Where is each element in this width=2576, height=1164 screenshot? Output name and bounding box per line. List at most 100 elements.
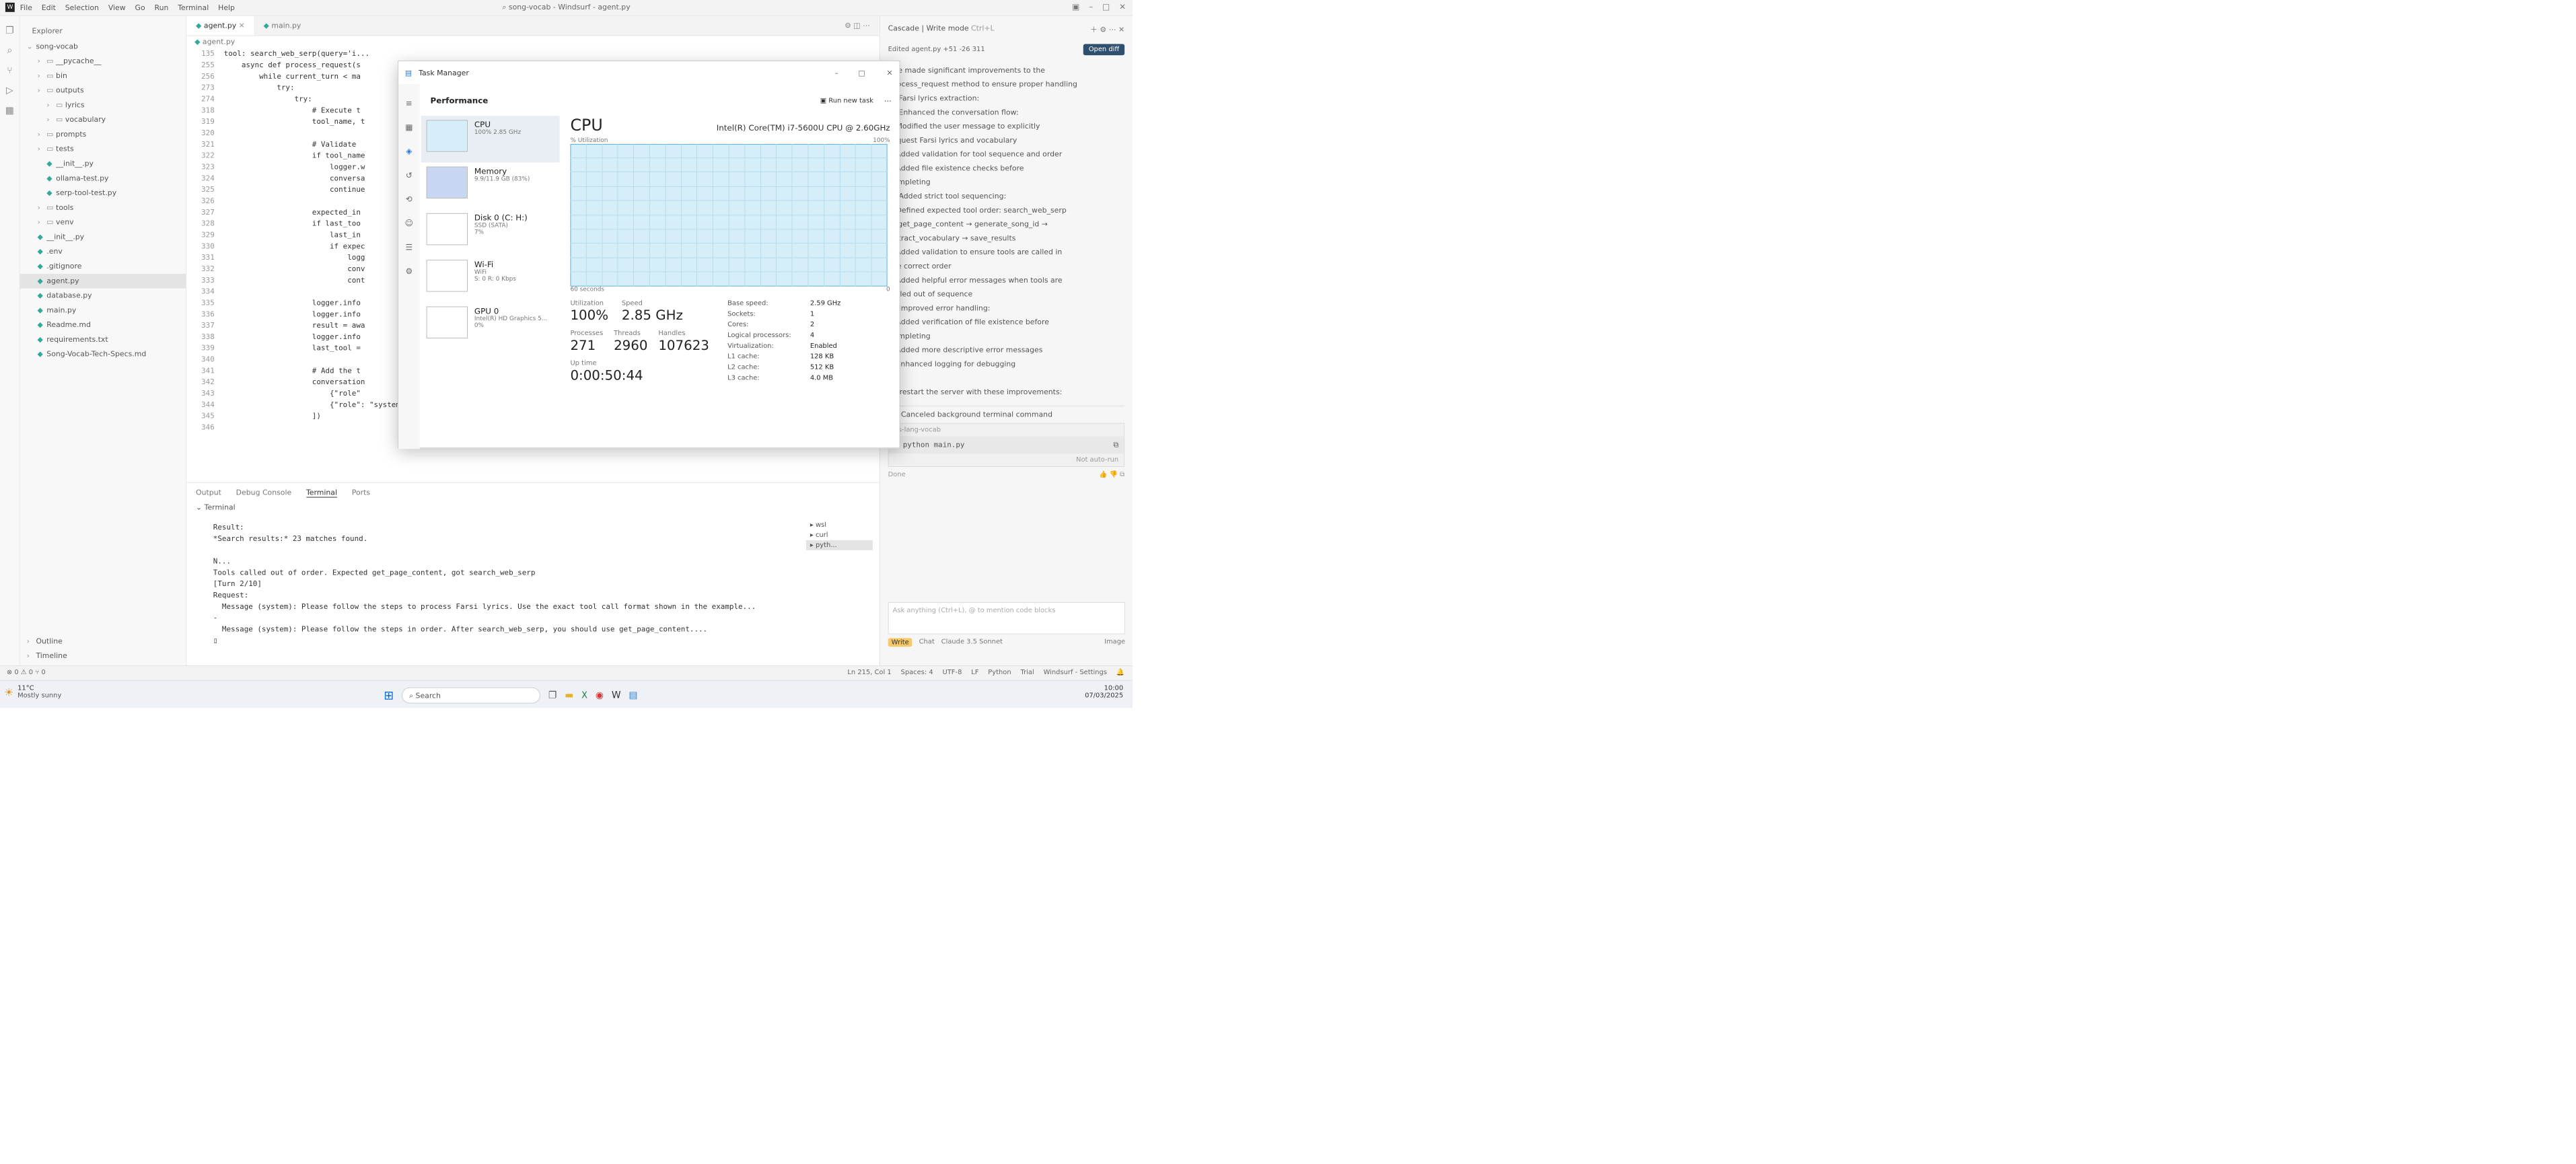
folder-item[interactable]: › ▭ vocabulary [20,112,186,127]
services-icon[interactable]: ⚙ [398,266,420,276]
layout-icon[interactable]: ▣ [1072,2,1079,11]
model-selector[interactable]: Claude 3.5 Sonnet [941,638,1003,647]
task-manager-app-icon[interactable]: ▤ [629,690,637,701]
history-icon[interactable]: ↺ [398,170,420,180]
thumbs-icons[interactable]: 👍 👎 ⧉ [1099,471,1124,478]
tab-terminal[interactable]: Terminal [306,488,338,498]
trial-status[interactable]: Trial [1020,669,1034,676]
folder-item[interactable]: › ▭ lyrics [20,98,186,113]
startup-icon[interactable]: ⟲ [398,194,420,204]
close-icon[interactable]: ✕ [879,68,901,77]
device-item[interactable]: Disk 0 (C: H:) SSD (SATA) 7% [421,209,560,256]
timeline-section[interactable]: › Timeline [20,649,187,663]
file-item[interactable]: ◆ .gitignore [20,259,186,274]
file-item[interactable]: ◆ Readme.md [20,318,186,332]
copy-icon[interactable]: ⧉ [1113,440,1118,449]
folder-item[interactable]: › ▭ venv [20,215,186,230]
device-item[interactable]: Memory 9.9/11.9 GB (83%) [421,163,560,209]
folder-item[interactable]: › ▭ __pycache__ [20,54,186,69]
search-icon[interactable]: ⌕ [0,45,20,56]
windows-start-icon[interactable]: ⊞ [384,688,394,702]
tab-output[interactable]: Output [196,488,221,498]
file-item[interactable]: ◆ database.py [20,289,186,303]
terminal-session[interactable]: ▸ pyth... [806,540,873,550]
file-item[interactable]: ◆ __init__.py [20,157,186,172]
menu-edit[interactable]: Edit [42,3,56,12]
more-icon[interactable]: ⋯ [863,22,870,30]
gear-icon[interactable]: ⚙ [845,22,853,30]
more-options-icon[interactable]: ⋯ [884,96,892,105]
tab-main-py[interactable]: ◆ main.py [254,16,311,36]
tab-agent-py[interactable]: ◆ agent.py ✕ [186,15,254,36]
line-endings[interactable]: LF [971,669,978,676]
device-item[interactable]: GPU 0 Intel(R) HD Graphics 5... 0% [421,302,560,349]
folder-item[interactable]: › ▭ outputs [20,83,186,98]
menu-terminal[interactable]: Terminal [178,3,209,12]
file-item[interactable]: ◆ __init__.py [20,230,186,245]
extensions-icon[interactable]: ▦ [0,105,20,116]
file-item[interactable]: ◆ requirements.txt [20,332,186,347]
close-icon[interactable]: ✕ [1119,2,1126,11]
image-button[interactable]: Image [1104,638,1125,647]
maximize-icon[interactable]: □ [1102,2,1110,11]
hamburger-icon[interactable]: ≡ [398,99,420,108]
chat-input[interactable]: Ask anything (Ctrl+L), @ to mention code… [888,602,1126,634]
windsurf-settings[interactable]: Windsurf - Settings [1044,669,1107,676]
performance-icon[interactable]: ◈ [398,147,420,156]
file-item[interactable]: ◆ .env [20,244,186,259]
terminal-session[interactable]: ▸ curl [806,530,873,540]
command-line[interactable]: > python main.py ⧉ [888,436,1124,454]
folder-item[interactable]: › ▭ prompts [20,127,186,142]
users-icon[interactable]: ☺ [398,219,420,228]
tab-debug-console[interactable]: Debug Console [236,488,292,498]
add-icon[interactable]: ＋ [1090,26,1100,34]
problems-indicator[interactable]: ⊗ 0 ⚠ 0 ⑂ 0 [7,669,46,676]
details-icon[interactable]: ☰ [398,242,420,252]
folder-item[interactable]: › ▭ tests [20,142,186,157]
excel-icon[interactable]: X [581,690,587,700]
write-mode-button[interactable]: Write [888,638,913,647]
bell-icon[interactable]: 🔔 [1116,669,1124,676]
file-item[interactable]: ◆ serp-tool-test.py [20,186,186,201]
weather-widget[interactable]: ☀ 11°C Mostly sunny [4,685,61,700]
menu-view[interactable]: View [108,3,126,12]
encoding[interactable]: UTF-8 [943,669,962,676]
close-tab-icon[interactable]: ✕ [239,22,245,30]
menu-file[interactable]: File [20,3,32,12]
outline-section[interactable]: › Outline [20,634,187,649]
minimize-icon[interactable]: – [828,68,845,77]
menu-run[interactable]: Run [154,3,168,12]
file-item[interactable]: ◆ Song-Vocab-Tech-Specs.md [20,347,186,362]
clock[interactable]: 10:00 07/03/2025 [1085,685,1123,700]
file-explorer-icon[interactable]: ▬ [565,690,573,701]
tab-ports[interactable]: Ports [352,488,370,498]
run-new-task-button[interactable]: ▣ Run new task [820,97,873,104]
folder-item[interactable]: › ▭ bin [20,69,186,83]
menu-help[interactable]: Help [218,3,235,12]
menu-selection[interactable]: Selection [65,3,99,12]
terminal-session[interactable]: ▸ wsl [806,520,873,530]
run-debug-icon[interactable]: ▷ [0,85,20,96]
open-diff-button[interactable]: Open diff [1083,44,1125,56]
device-item[interactable]: Wi-Fi WiFi S: 0 R: 0 Kbps [421,256,560,302]
minimize-icon[interactable]: – [1089,2,1093,11]
indentation[interactable]: Spaces: 4 [901,669,933,676]
file-item[interactable]: ◆ ollama-test.py [20,171,186,186]
file-item[interactable]: ◆ agent.py [20,273,186,289]
menu-go[interactable]: Go [135,3,145,12]
command-center[interactable]: ⌕ song-vocab - Windsurf - agent.py [487,3,647,13]
settings-icon[interactable]: ⚙ [1100,26,1108,34]
windsurf-app-icon[interactable]: W [612,690,621,701]
chat-mode-button[interactable]: Chat [919,638,935,647]
task-view-icon[interactable]: ❐ [548,690,557,701]
chrome-icon[interactable]: ◉ [596,690,604,701]
explorer-icon[interactable]: ❐ [0,26,20,36]
tree-root[interactable]: ⌄ song-vocab [20,39,186,54]
source-control-icon[interactable]: ⑂ [0,65,20,76]
maximize-icon[interactable]: □ [852,68,872,77]
processes-icon[interactable]: ▦ [398,122,420,132]
taskbar-search[interactable]: ⌕ Search [402,687,540,704]
close-icon[interactable]: ✕ [1118,26,1124,34]
terminal-output[interactable]: Result: *Search results:* 23 matches foun… [213,521,799,646]
language-mode[interactable]: Python [988,669,1011,676]
